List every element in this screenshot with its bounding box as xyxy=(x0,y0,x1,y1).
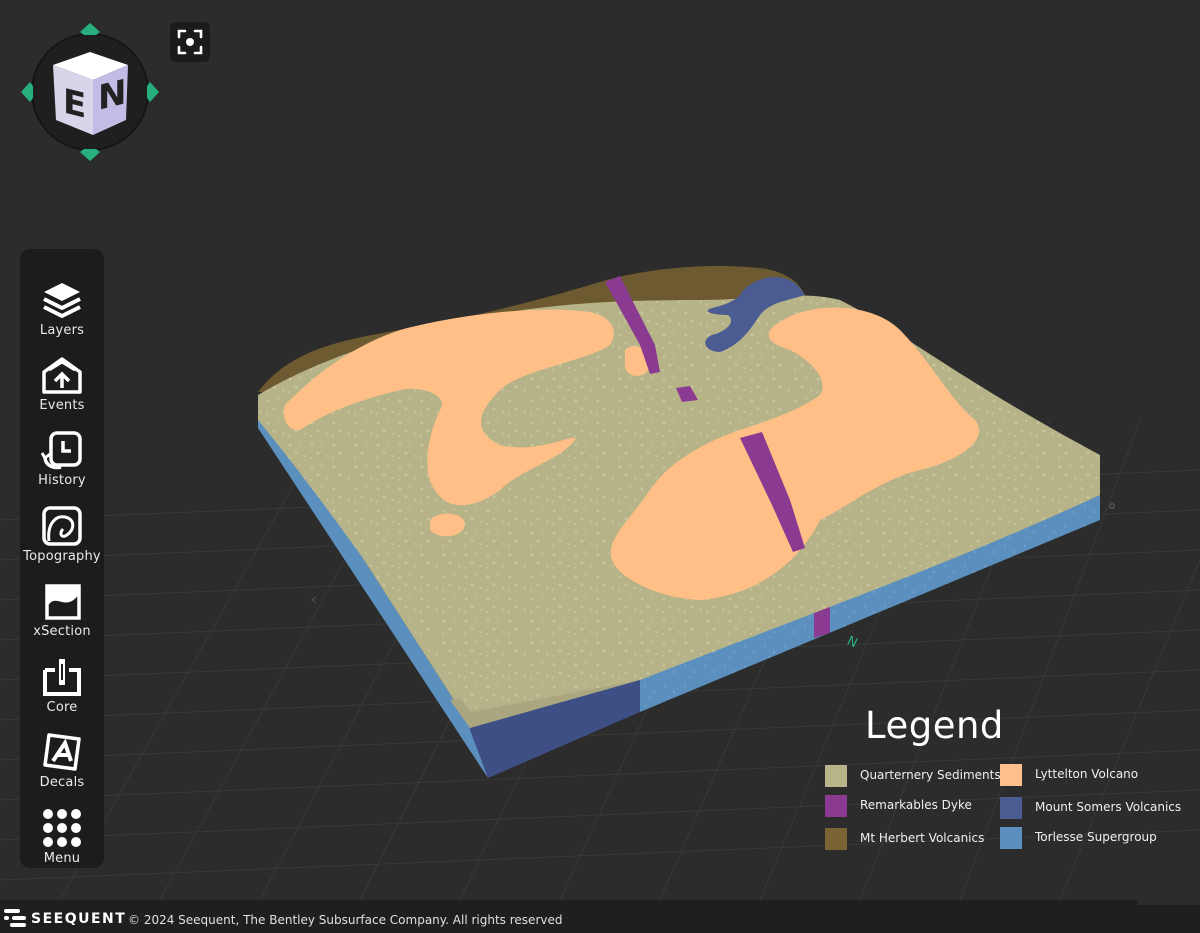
toolbar-label: Menu xyxy=(43,851,81,866)
footer-divider xyxy=(1138,900,1200,905)
toolbar-menu-button[interactable]: Menu xyxy=(20,793,104,868)
legend-label: Lyttelton Volcano xyxy=(1035,767,1139,781)
toolbar-topography-button[interactable]: Topography xyxy=(20,491,104,566)
toolbar-events-button[interactable]: Events xyxy=(20,340,104,415)
navigation-cube[interactable]: E N xyxy=(18,20,163,165)
cube-face-label-north: N xyxy=(98,72,126,118)
toolbar-history-button[interactable]: History xyxy=(20,415,104,490)
legend-swatch xyxy=(825,795,847,817)
history-icon xyxy=(41,431,82,470)
legend-panel: Legend Quarternery Sediments Lyttelton V… xyxy=(805,700,1195,860)
toolbar-label: Layers xyxy=(39,323,85,338)
nav-arrow-down[interactable] xyxy=(80,149,100,161)
legend-swatch xyxy=(1000,827,1022,849)
legend-label: Remarkables Dyke xyxy=(860,798,972,812)
legend-swatch xyxy=(1000,797,1022,819)
toolbar-layers-button[interactable]: Layers xyxy=(20,265,104,340)
toolbar-core-button[interactable]: Core xyxy=(20,642,104,717)
legend-label: Torlesse Supergroup xyxy=(1035,830,1157,844)
legend-label: Quarternery Sediments xyxy=(860,768,1001,782)
toolbar-label: Core xyxy=(46,700,78,715)
toolbar-decals-button[interactable]: Decals xyxy=(20,717,104,792)
events-icon xyxy=(42,357,82,394)
axis-marker-north: N xyxy=(844,634,859,652)
side-toolbar: Layers Events History Topography xSectio… xyxy=(20,249,104,868)
cube-face-label-east: E xyxy=(63,82,86,127)
axis-marker-dot xyxy=(1109,503,1115,509)
copyright-text: © 2024 Seequent, The Bentley Subsurface … xyxy=(128,913,563,927)
toolbar-label: History xyxy=(38,473,86,488)
legend-swatch xyxy=(825,828,847,850)
brand-name: SEEQUENT xyxy=(31,911,127,927)
nav-arrow-right[interactable] xyxy=(147,82,159,102)
legend-swatch xyxy=(825,765,847,787)
legend-label: Mount Somers Volcanics xyxy=(1035,800,1182,814)
menu-grid-icon xyxy=(43,809,81,847)
nav-arrow-up[interactable] xyxy=(80,23,100,35)
toolbar-label: xSection xyxy=(33,624,91,639)
core-icon xyxy=(43,659,81,696)
decals-icon xyxy=(43,733,81,771)
footer-bar: SEEQUENT © 2024 Seequent, The Bentley Su… xyxy=(0,900,1200,933)
toolbar-label: Topography xyxy=(23,549,101,564)
toolbar-label: Events xyxy=(39,398,85,413)
toolbar-label: Decals xyxy=(39,775,85,790)
xsection-icon xyxy=(45,584,81,620)
seequent-logo-icon xyxy=(4,909,26,927)
legend-swatch xyxy=(1000,764,1022,786)
focus-frame-icon xyxy=(177,29,203,55)
nav-arrow-left[interactable] xyxy=(21,82,33,102)
legend-title: Legend xyxy=(865,704,1004,747)
toolbar-xsection-button[interactable]: xSection xyxy=(20,566,104,641)
layers-icon xyxy=(43,283,81,318)
topography-icon xyxy=(42,506,82,546)
axis-marker-west xyxy=(311,596,317,604)
fit-view-button[interactable] xyxy=(170,22,210,62)
legend-label: Mt Herbert Volcanics xyxy=(860,831,985,845)
